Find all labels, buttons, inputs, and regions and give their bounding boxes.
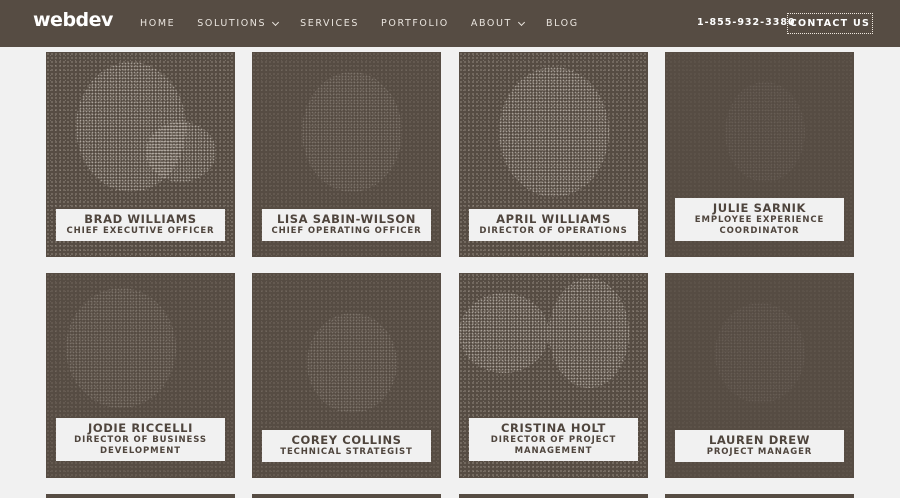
chevron-down-icon bbox=[272, 18, 280, 26]
team-card-cristina-holt[interactable]: CRISTINA HOLT DIRECTOR OF PROJECT MANAGE… bbox=[459, 273, 648, 478]
team-card-julie-sarnik[interactable]: JULIE SARNIK EMPLOYEE EXPERIENCE COORDIN… bbox=[665, 52, 854, 257]
team-member-name: CRISTINA HOLT bbox=[501, 421, 606, 435]
main-nav: HOME SOLUTIONS SERVICES PORTFOLIO ABOUT … bbox=[140, 0, 601, 47]
team-member-name: LAUREN DREW bbox=[708, 433, 811, 447]
site-header: webdev HOME SOLUTIONS SERVICES PORTFOLIO… bbox=[0, 0, 900, 47]
team-label: BRAD WILLIAMS CHIEF EXECUTIVE OFFICER bbox=[56, 209, 225, 241]
team-card-jodie-riccelli[interactable]: JODIE RICCELLI DIRECTOR OF BUSINESS DEVE… bbox=[46, 273, 235, 478]
team-member-name: COREY COLLINS bbox=[291, 433, 402, 447]
team-card-partial[interactable] bbox=[459, 494, 648, 498]
nav-home[interactable]: HOME bbox=[140, 18, 175, 29]
team-card-april-williams[interactable]: APRIL WILLIAMS DIRECTOR OF OPERATIONS bbox=[459, 52, 648, 257]
team-member-title: EMPLOYEE EXPERIENCE COORDINATOR bbox=[694, 215, 825, 236]
team-label: JULIE SARNIK EMPLOYEE EXPERIENCE COORDIN… bbox=[675, 198, 844, 241]
team-label: COREY COLLINS TECHNICAL STRATEGIST bbox=[262, 430, 431, 462]
nav-services-label: SERVICES bbox=[300, 18, 360, 29]
nav-services[interactable]: SERVICES bbox=[300, 18, 359, 29]
team-label: LISA SABIN-WILSON CHIEF OPERATING OFFICE… bbox=[262, 209, 431, 241]
team-label: APRIL WILLIAMS DIRECTOR OF OPERATIONS bbox=[469, 209, 638, 241]
nav-blog[interactable]: BLOG bbox=[546, 18, 579, 29]
nav-about[interactable]: ABOUT bbox=[470, 18, 526, 29]
team-member-title: DIRECTOR OF PROJECT MANAGEMENT bbox=[490, 435, 617, 456]
team-label: LAUREN DREW PROJECT MANAGER bbox=[675, 430, 844, 462]
chevron-down-icon bbox=[517, 18, 526, 26]
nav-home-label: HOME bbox=[140, 18, 176, 29]
nav-portfolio-label: PORTFOLIO bbox=[381, 18, 449, 29]
team-member-title: PROJECT MANAGER bbox=[706, 447, 813, 457]
phone-link[interactable]: 1-855-932-3380 bbox=[697, 17, 796, 28]
nav-solutions[interactable]: SOLUTIONS bbox=[197, 18, 280, 29]
team-member-title: TECHNICAL STRATEGIST bbox=[280, 447, 413, 457]
team-card-lisa-sabin-wilson[interactable]: LISA SABIN-WILSON CHIEF OPERATING OFFICE… bbox=[252, 52, 441, 257]
team-member-title: DIRECTOR OF BUSINESS DEVELOPMENT bbox=[74, 435, 207, 456]
team-member-name: JULIE SARNIK bbox=[712, 201, 807, 215]
team-member-name: LISA SABIN-WILSON bbox=[276, 212, 417, 226]
team-label: CRISTINA HOLT DIRECTOR OF PROJECT MANAGE… bbox=[469, 418, 638, 461]
team-card-brad-williams[interactable]: BRAD WILLIAMS CHIEF EXECUTIVE OFFICER bbox=[46, 52, 235, 257]
team-card-partial[interactable] bbox=[252, 494, 441, 498]
team-card-corey-collins[interactable]: COREY COLLINS TECHNICAL STRATEGIST bbox=[252, 273, 441, 478]
team-member-name: JODIE RICCELLI bbox=[88, 421, 193, 435]
team-card-lauren-drew[interactable]: LAUREN DREW PROJECT MANAGER bbox=[665, 273, 854, 478]
team-member-name: APRIL WILLIAMS bbox=[496, 212, 611, 226]
nav-blog-label: BLOG bbox=[545, 18, 579, 29]
nav-solutions-label: SOLUTIONS bbox=[197, 18, 267, 29]
webdev-logo[interactable]: webdev bbox=[33, 9, 113, 31]
nav-portfolio[interactable]: PORTFOLIO bbox=[381, 18, 449, 29]
team-member-name: BRAD WILLIAMS bbox=[84, 212, 197, 226]
team-member-title: CHIEF EXECUTIVE OFFICER bbox=[66, 226, 215, 236]
team-member-title: CHIEF OPERATING OFFICER bbox=[271, 226, 422, 236]
team-label: JODIE RICCELLI DIRECTOR OF BUSINESS DEVE… bbox=[56, 418, 225, 461]
team-card-partial[interactable] bbox=[46, 494, 235, 498]
nav-about-label: ABOUT bbox=[470, 18, 512, 29]
contact-us-button[interactable]: CONTACT US bbox=[787, 13, 873, 34]
team-card-partial[interactable] bbox=[665, 494, 854, 498]
team-member-title: DIRECTOR OF OPERATIONS bbox=[479, 226, 628, 236]
